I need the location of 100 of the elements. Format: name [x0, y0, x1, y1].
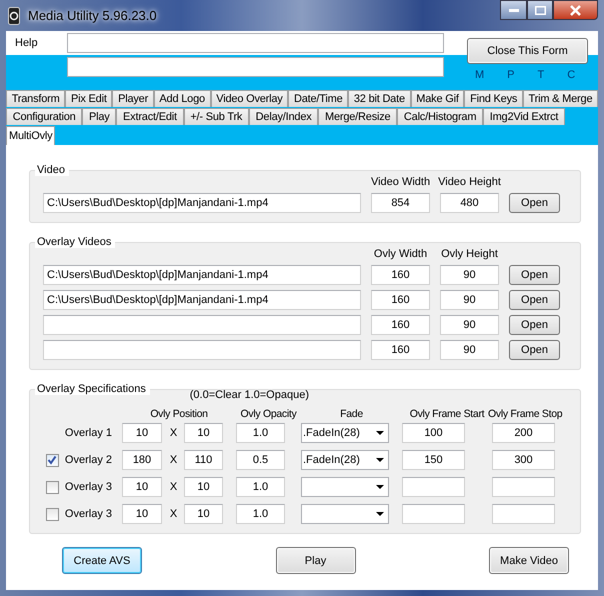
tab[interactable]: MultiOvly: [6, 126, 56, 145]
text-field[interactable]: [67, 57, 444, 77]
frame-start-field[interactable]: 150: [402, 450, 465, 470]
position-y-field[interactable]: 10: [184, 477, 223, 497]
tab[interactable]: Transform: [6, 90, 66, 107]
frame-stop-field[interactable]: [492, 504, 555, 524]
tab[interactable]: Configuration: [6, 108, 82, 125]
height-field[interactable]: 90: [440, 265, 499, 285]
tab[interactable]: Img2Vid Extrct: [483, 108, 565, 125]
column-header: Ovly Position: [150, 408, 208, 420]
height-field[interactable]: 90: [440, 290, 499, 310]
tab[interactable]: 32 bit Date: [348, 90, 411, 107]
column-header: Video Height: [438, 176, 501, 188]
open-button[interactable]: Open: [509, 340, 560, 360]
tab[interactable]: Video Overlay: [210, 90, 288, 107]
indicator-letter: T: [538, 69, 544, 81]
file-path-field[interactable]: [43, 315, 361, 335]
opacity-field[interactable]: 1.0: [236, 504, 285, 524]
times-separator: X: [170, 454, 178, 466]
tab[interactable]: +/- Sub Trk: [184, 108, 249, 125]
dropdown-caret-icon: [376, 485, 384, 489]
width-field[interactable]: 160: [371, 315, 430, 335]
maximize-icon: [534, 6, 546, 14]
tab[interactable]: Find Keys: [464, 90, 523, 107]
position-x-field[interactable]: 10: [122, 504, 162, 524]
column-header: Ovly Opacity: [240, 408, 296, 420]
position-y-field[interactable]: 10: [184, 423, 223, 443]
position-y-field[interactable]: 10: [184, 504, 223, 524]
width-field[interactable]: 160: [371, 290, 430, 310]
open-button[interactable]: Open: [509, 315, 560, 335]
position-x-field[interactable]: 180: [122, 450, 162, 470]
position-x-field[interactable]: 10: [122, 423, 162, 443]
file-path-field[interactable]: C:\Users\Bud\Desktop\[dp]Manjandani-1.mp4: [43, 265, 361, 285]
tab[interactable]: Add Logo: [154, 90, 211, 107]
action-button[interactable]: Make Video: [489, 547, 569, 574]
width-field[interactable]: 854: [371, 193, 430, 213]
frame-stop-field[interactable]: [492, 477, 555, 497]
file-path-field[interactable]: C:\Users\Bud\Desktop\[dp]Manjandani-1.mp4: [43, 290, 361, 310]
open-button[interactable]: Open: [509, 193, 560, 213]
tab[interactable]: Extract/Edit: [116, 108, 184, 125]
fade-dropdown[interactable]: .FadeIn(28): [301, 423, 389, 443]
file-path-field[interactable]: [43, 340, 361, 360]
fade-value: .FadeIn(28): [303, 427, 360, 439]
frame-start-field[interactable]: [402, 477, 465, 497]
column-header: Ovly Frame Stop: [488, 408, 562, 420]
height-field[interactable]: 90: [440, 315, 499, 335]
file-path-field[interactable]: C:\Users\Bud\Desktop\[dp]Manjandani-1.mp4: [43, 193, 361, 213]
frame-start-field[interactable]: [402, 504, 465, 524]
column-header: Ovly Height: [441, 248, 498, 260]
close-icon: [570, 4, 581, 16]
frame-stop-field[interactable]: 200: [492, 423, 555, 443]
indicator-letter: P: [507, 69, 515, 81]
column-header: Fade: [340, 408, 363, 420]
help-menu[interactable]: Help: [6, 37, 67, 49]
width-field[interactable]: 160: [371, 265, 430, 285]
indicator-letter: M: [475, 69, 484, 81]
tab[interactable]: Date/Time: [288, 90, 348, 107]
minimize-button[interactable]: [500, 0, 527, 20]
action-button[interactable]: Create AVS: [62, 547, 142, 574]
close-button[interactable]: [553, 0, 598, 20]
window-title: Media Utility 5.96.23.0: [28, 8, 157, 23]
overlay-label: Overlay 3: [64, 508, 112, 520]
checkbox[interactable]: [46, 480, 59, 494]
fade-dropdown[interactable]: .FadeIn(28): [301, 450, 389, 470]
tab[interactable]: Merge/Resize: [318, 108, 398, 125]
tab[interactable]: Play: [82, 108, 116, 125]
opacity-field[interactable]: 1.0: [236, 477, 285, 497]
tab[interactable]: Trim & Merge: [522, 90, 598, 107]
open-button[interactable]: Open: [509, 265, 560, 285]
height-field[interactable]: 90: [440, 340, 499, 360]
tab[interactable]: Make Gif: [410, 90, 464, 107]
frame-stop-field[interactable]: 300: [492, 450, 555, 470]
fade-value: .FadeIn(28): [303, 454, 360, 466]
frame-start-field[interactable]: 100: [402, 423, 465, 443]
overlay-label: Overlay 1: [64, 427, 112, 439]
opacity-field[interactable]: 0.5: [236, 450, 285, 470]
text-field[interactable]: [67, 33, 444, 53]
dropdown-caret-icon: [376, 512, 384, 516]
height-field[interactable]: 480: [440, 193, 499, 213]
times-separator: X: [170, 427, 178, 439]
open-button[interactable]: Open: [509, 290, 560, 310]
tab[interactable]: Calc/Histogram: [397, 108, 484, 125]
close-form-button[interactable]: Close This Form: [467, 38, 588, 64]
position-x-field[interactable]: 10: [122, 477, 162, 497]
tab[interactable]: Player: [112, 90, 154, 107]
tab[interactable]: Pix Edit: [65, 90, 112, 107]
action-button[interactable]: Play: [276, 547, 356, 574]
checkbox[interactable]: [46, 454, 59, 466]
width-field[interactable]: 160: [371, 340, 430, 360]
fade-dropdown[interactable]: [301, 477, 389, 497]
column-header: Ovly Width: [374, 248, 428, 260]
indicator-letter: C: [567, 69, 576, 81]
maximize-button[interactable]: [527, 0, 553, 20]
position-y-field[interactable]: 110: [184, 450, 223, 470]
checkbox[interactable]: [46, 508, 59, 520]
tab[interactable]: Delay/Index: [248, 108, 318, 125]
group-title: Overlay Specifications: [35, 383, 150, 395]
times-separator: X: [170, 508, 178, 520]
opacity-field[interactable]: 1.0: [236, 423, 285, 443]
fade-dropdown[interactable]: [301, 504, 389, 524]
